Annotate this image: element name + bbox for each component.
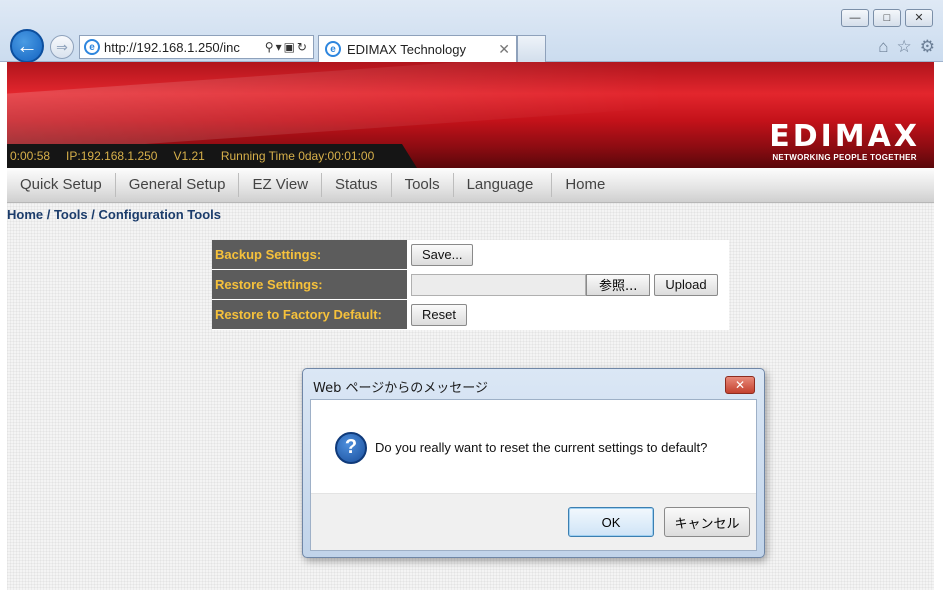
nav-ez-view[interactable]: EZ View <box>239 173 323 197</box>
edimax-logo: EDIMAX NETWORKING PEOPLE TOGETHER <box>769 119 920 163</box>
gear-icon[interactable]: ⚙ <box>920 37 935 57</box>
star-icon[interactable]: ☆ <box>897 37 912 57</box>
tab-edimax[interactable]: e EDIMAX Technology ✕ <box>318 35 517 62</box>
arrow-right-icon: ⇒ <box>56 38 68 55</box>
close-icon[interactable]: ✕ <box>905 9 933 27</box>
restore-label: Restore Settings: <box>212 270 407 299</box>
browse-button[interactable]: 参照... <box>586 273 651 296</box>
backup-label: Backup Settings: <box>212 240 407 269</box>
forward-button[interactable]: ⇒ <box>50 35 74 59</box>
address-bar[interactable]: e http://192.168.1.250/inc ⚲▾▣↻ <box>79 35 314 59</box>
dialog-message: Do you really want to reset the current … <box>375 440 708 455</box>
main-nav: Quick Setup General Setup EZ View Status… <box>7 168 934 203</box>
config-tools-table: Backup Settings: Save... Restore Setting… <box>212 240 729 330</box>
ie-icon: e <box>84 39 100 55</box>
tab-close-icon[interactable]: ✕ <box>498 41 510 58</box>
breadcrumb: Home / Tools / Configuration Tools <box>7 207 222 222</box>
ie-icon: e <box>325 41 341 57</box>
backup-row: Backup Settings: Save... <box>212 240 729 270</box>
nav-home[interactable]: Home <box>552 173 618 197</box>
address-tools-icons[interactable]: ⚲▾▣↻ <box>265 40 309 54</box>
factory-default-row: Restore to Factory Default: Reset <box>212 300 729 330</box>
home-icon[interactable]: ⌂ <box>878 37 888 57</box>
minimize-icon[interactable]: — <box>841 9 869 27</box>
header-banner: 0:00:58 IP:192.168.1.250 V1.21 Running T… <box>7 62 934 168</box>
dialog-title: Web ページからのメッセージ <box>313 381 488 396</box>
dialog-message-area: ? Do you really want to reset the curren… <box>311 400 756 495</box>
new-tab-button[interactable] <box>517 35 546 62</box>
address-url[interactable]: http://192.168.1.250/inc <box>104 40 261 55</box>
question-icon: ? <box>335 431 367 464</box>
ip-text: IP:192.168.1.250 <box>66 149 158 163</box>
running-time-text: Running Time 0day:00:01:00 <box>220 149 375 163</box>
file-path-input[interactable] <box>411 273 586 296</box>
nav-status[interactable]: Status <box>322 173 392 197</box>
restore-row: Restore Settings: 参照... Upload <box>212 270 729 300</box>
restore-value: 参照... Upload <box>407 270 729 299</box>
nav-tools[interactable]: Tools <box>392 173 454 197</box>
nav-quick-setup[interactable]: Quick Setup <box>7 173 116 197</box>
status-strip: 0:00:58 IP:192.168.1.250 V1.21 Running T… <box>7 144 417 168</box>
ok-button[interactable]: OK <box>568 507 654 537</box>
save-button[interactable]: Save... <box>411 243 474 266</box>
brand-tagline: NETWORKING PEOPLE TOGETHER <box>772 153 917 162</box>
tab-title: EDIMAX Technology <box>347 41 466 57</box>
brand-name: EDIMAX <box>769 119 920 154</box>
nav-general-setup[interactable]: General Setup <box>116 173 240 197</box>
arrow-left-icon: ← <box>16 33 38 58</box>
backup-value: Save... <box>407 240 729 269</box>
cancel-button[interactable]: キャンセル <box>664 507 750 537</box>
nav-language[interactable]: Language <box>454 173 553 197</box>
version-text: V1.21 <box>173 149 205 163</box>
factory-default-label: Restore to Factory Default: <box>212 300 407 329</box>
dialog-footer: OK キャンセル <box>311 493 756 550</box>
dialog-body: ? Do you really want to reset the curren… <box>310 399 757 551</box>
window-controls: — □ ✕ <box>841 9 933 27</box>
dialog-close-icon[interactable]: ✕ <box>725 376 755 394</box>
factory-default-value: Reset <box>407 300 729 329</box>
clock-text: 0:00:58 <box>10 149 51 163</box>
browser-toolbar-icons: ⌂ ☆ ⚙ <box>878 37 935 57</box>
maximize-icon[interactable]: □ <box>873 9 901 27</box>
confirm-dialog: Web ページからのメッセージ ✕ ? Do you really want t… <box>302 368 765 558</box>
upload-button[interactable]: Upload <box>654 273 718 296</box>
back-button[interactable]: ← <box>10 29 44 63</box>
reset-button[interactable]: Reset <box>411 303 467 326</box>
browser-chrome: — □ ✕ ← ⇒ e http://192.168.1.250/inc ⚲▾▣… <box>0 0 943 63</box>
